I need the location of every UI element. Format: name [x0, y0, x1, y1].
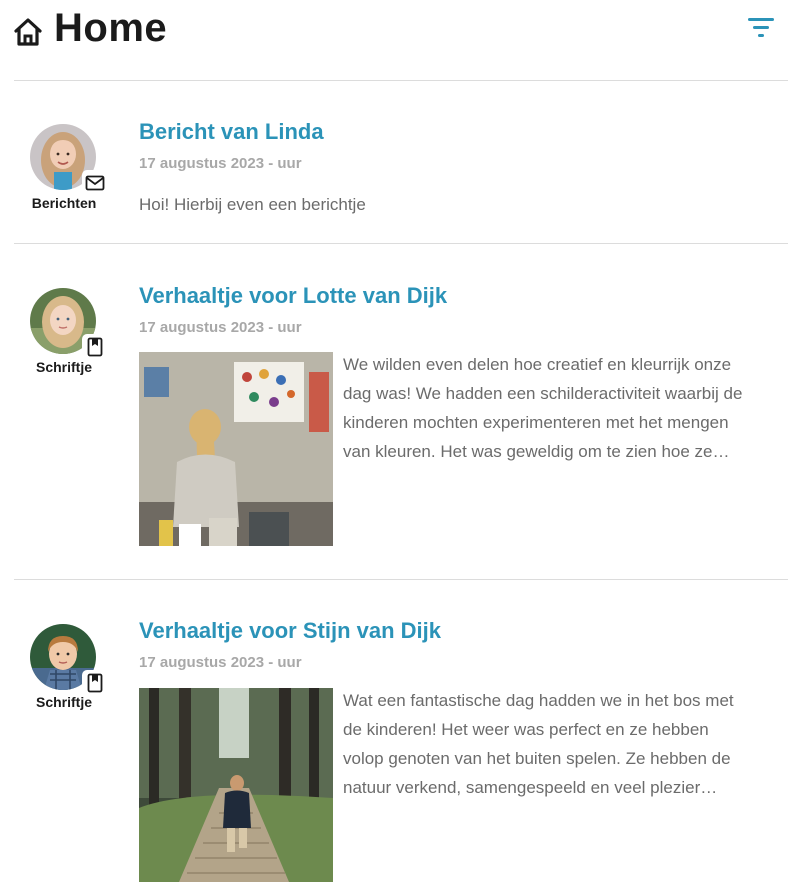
category-label: Schriftje — [35, 694, 92, 710]
post-thumbnail[interactable] — [139, 688, 333, 882]
post-excerpt: We wilden even delen hoe creatief en kle… — [343, 355, 743, 461]
post-excerpt: Wat een fantastische dag hadden we in he… — [343, 691, 734, 797]
page-title: Home — [54, 6, 168, 50]
post-text: Hoi! Hierbij even een berichtje — [139, 195, 366, 214]
message-badge — [82, 170, 108, 196]
category-label: Schriftje — [35, 359, 92, 375]
post-title[interactable]: Verhaaltje voor Stijn van Dijk — [139, 618, 441, 644]
post-title[interactable]: Verhaaltje voor Lotte van Dijk — [139, 283, 447, 309]
post-date: 17 augustus 2023 - uur — [139, 319, 302, 336]
post-date: 17 augustus 2023 - uur — [139, 155, 302, 172]
schriftje-badge — [82, 334, 108, 360]
avatar-container — [30, 624, 108, 696]
feed-item[interactable]: Schriftje Verhaaltje voor Stijn van Dijk… — [14, 580, 788, 882]
bookmark-icon — [87, 337, 103, 357]
home-icon — [14, 18, 42, 46]
page-header: Home — [14, 0, 788, 81]
feed-list: Berichten Bericht van Linda 17 augustus … — [14, 81, 788, 882]
avatar-container — [30, 288, 108, 360]
filter-icon[interactable] — [746, 14, 776, 42]
envelope-icon — [85, 175, 105, 191]
feed-item[interactable]: Berichten Bericht van Linda 17 augustus … — [14, 81, 788, 244]
avatar-container — [30, 124, 108, 196]
post-title[interactable]: Bericht van Linda — [139, 119, 324, 145]
category-label: Berichten — [31, 195, 97, 211]
feed-item[interactable]: Schriftje Verhaaltje voor Lotte van Dijk… — [14, 244, 788, 580]
bookmark-icon — [87, 673, 103, 693]
schriftje-badge — [82, 670, 108, 696]
post-date: 17 augustus 2023 - uur — [139, 654, 302, 671]
post-thumbnail[interactable] — [139, 352, 333, 546]
